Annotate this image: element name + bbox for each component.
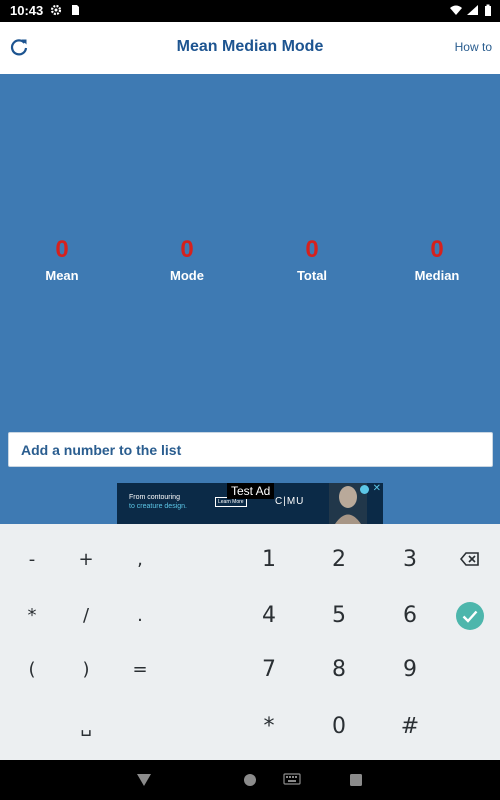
stat-mean: 0 Mean	[17, 236, 107, 283]
total-label: Total	[296, 268, 328, 283]
key-comma[interactable]: ,	[110, 540, 170, 580]
key-0[interactable]: 0	[309, 707, 369, 747]
battery-icon	[485, 4, 491, 16]
key-divide[interactable]: /	[56, 596, 116, 636]
enter-key[interactable]	[440, 596, 500, 636]
key-space[interactable]: ␣	[56, 707, 116, 747]
recents-icon[interactable]	[347, 771, 365, 789]
total-value: 0	[305, 236, 319, 263]
status-bar: 10:43	[0, 0, 500, 22]
stat-total: 0 Total	[267, 236, 357, 283]
key-9[interactable]: 9	[380, 650, 440, 690]
key-equals[interactable]: =	[110, 650, 170, 690]
numeric-keyboard: - + , 1 2 3 * / . 4 5 6 ( ) = 7 8 9 ␣ * …	[0, 524, 500, 760]
test-ad-badge: Test Ad	[227, 483, 275, 499]
median-label: Median	[414, 268, 460, 283]
backspace-icon	[459, 552, 479, 566]
number-input[interactable]: Add a number to the list	[8, 432, 493, 467]
ad-banner[interactable]: From contouring to creature design. Lear…	[117, 483, 383, 524]
check-icon	[456, 602, 484, 630]
mode-value: 0	[180, 236, 194, 263]
settings-gear-icon	[50, 4, 62, 16]
key-period[interactable]: .	[110, 596, 170, 636]
key-7[interactable]: 7	[239, 650, 299, 690]
key-minus[interactable]: -	[2, 540, 62, 580]
key-close-paren[interactable]: )	[56, 650, 116, 690]
key-1[interactable]: 1	[239, 540, 299, 580]
sd-card-icon	[72, 5, 79, 15]
status-time: 10:43	[10, 3, 44, 18]
app-bar: Mean Median Mode How to	[0, 22, 500, 74]
ad-brand-logo: C|MU	[275, 496, 305, 507]
key-plus[interactable]: +	[56, 540, 116, 580]
backspace-key[interactable]	[440, 540, 500, 580]
key-4[interactable]: 4	[239, 596, 299, 636]
how-to-button[interactable]: How to	[455, 40, 492, 54]
key-8[interactable]: 8	[309, 650, 369, 690]
key-6[interactable]: 6	[380, 596, 440, 636]
back-icon[interactable]	[135, 771, 153, 789]
results-panel: 0 Mean 0 Mode 0 Total 0 Median Add a num…	[0, 74, 500, 524]
ad-choices-icon[interactable]	[360, 485, 369, 494]
stat-median: 0 Median	[392, 236, 482, 283]
keyboard-switch-icon[interactable]	[283, 771, 301, 789]
key-hash[interactable]: #	[380, 707, 440, 747]
mode-label: Mode	[170, 268, 204, 283]
key-multiply[interactable]: *	[2, 596, 62, 636]
mean-label: Mean	[45, 268, 79, 283]
ad-text: From contouring to creature design.	[129, 493, 187, 511]
wifi-icon	[450, 5, 462, 15]
ad-line-1: From contouring	[129, 494, 180, 501]
key-open-paren[interactable]: (	[2, 650, 62, 690]
page-title: Mean Median Mode	[176, 38, 324, 55]
key-5[interactable]: 5	[309, 596, 369, 636]
cell-signal-icon	[467, 5, 478, 15]
key-3[interactable]: 3	[380, 540, 440, 580]
home-icon[interactable]	[241, 771, 259, 789]
ad-close-icon[interactable]: ✕	[373, 483, 381, 494]
median-value: 0	[430, 236, 444, 263]
ad-line-2: to creature design.	[129, 503, 187, 510]
key-asterisk[interactable]: *	[239, 707, 299, 747]
key-2[interactable]: 2	[309, 540, 369, 580]
system-nav-bar	[0, 760, 500, 800]
number-input-placeholder: Add a number to the list	[21, 442, 182, 458]
mean-value: 0	[55, 236, 69, 263]
stat-mode: 0 Mode	[142, 236, 232, 283]
